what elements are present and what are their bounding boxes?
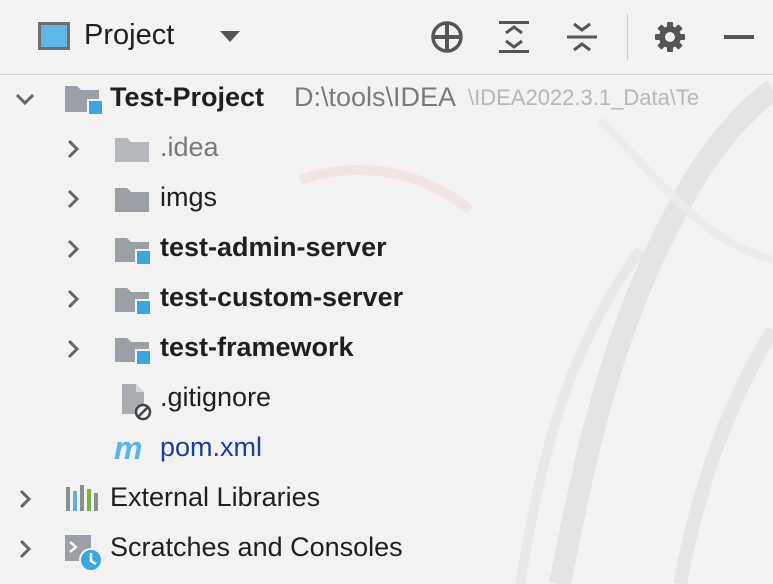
tree-item-label: test-admin-server [160, 232, 387, 262]
maven-icon: m [114, 433, 142, 465]
root-project-path-faded: \IDEA2022.3.1_Data\Te [468, 85, 700, 110]
module-folder-icon [115, 338, 152, 365]
locate-button[interactable] [428, 18, 466, 56]
chevron-right-icon[interactable] [62, 338, 84, 360]
gear-icon [655, 22, 685, 52]
chevron-right-icon[interactable] [62, 188, 84, 210]
module-folder-icon [65, 86, 104, 115]
tree-row-scratches-and-consoles[interactable]: Scratches and Consoles [0, 524, 773, 574]
folder-icon [115, 188, 149, 212]
hide-icon [724, 35, 754, 39]
tree-row-test-admin-server[interactable]: test-admin-server [0, 224, 773, 274]
chevron-right-icon[interactable] [14, 488, 36, 510]
folder-icon [115, 138, 149, 162]
project-window-icon [38, 21, 70, 50]
module-folder-icon [115, 288, 152, 315]
external-libraries-icon [66, 485, 98, 511]
collapse-all-button[interactable] [563, 18, 601, 56]
chevron-right-icon[interactable] [62, 288, 84, 310]
tree-row-gitignore[interactable]: .gitignore [0, 374, 773, 424]
chevron-right-icon[interactable] [14, 538, 36, 560]
tree-item-label: .idea [160, 132, 219, 162]
tree-row-root[interactable]: Test-Project D:\tools\IDEA \IDEA2022.3.1… [0, 74, 773, 124]
tree-row-external-libraries[interactable]: External Libraries [0, 474, 773, 524]
chevron-right-icon[interactable] [62, 238, 84, 260]
tree-row-imgs[interactable]: imgs [0, 174, 773, 224]
project-view-selector[interactable]: Project [38, 19, 174, 52]
tree-item-label: imgs [160, 182, 218, 212]
tree-item-label: test-custom-server [160, 282, 404, 312]
project-view-title: Project [84, 19, 175, 51]
toolbar-divider [627, 14, 628, 60]
tree-row-pom-xml[interactable]: m pom.xml [0, 424, 773, 474]
tree-row-idea[interactable]: .idea [0, 124, 773, 174]
hide-button[interactable] [720, 18, 758, 56]
collapse-all-icon [567, 22, 597, 52]
project-toolbar: Project [0, 0, 773, 75]
module-folder-icon [115, 238, 152, 265]
scratches-icon [65, 535, 103, 572]
root-project-label: Test-Project [110, 82, 265, 112]
chevron-right-icon[interactable] [62, 138, 84, 160]
tree-item-label: .gitignore [160, 382, 272, 412]
chevron-down-icon[interactable] [220, 31, 240, 42]
expand-all-button[interactable] [495, 18, 533, 56]
tree-item-label: pom.xml [160, 432, 263, 462]
expand-all-icon [499, 21, 529, 53]
chevron-down-icon[interactable] [14, 88, 36, 110]
svg-text:m: m [114, 433, 142, 465]
tree-item-label: test-framework [160, 332, 354, 362]
tree-item-label: Scratches and Consoles [110, 532, 403, 562]
settings-button[interactable] [651, 18, 689, 56]
ignored-file-icon [122, 384, 152, 421]
tree-item-label: External Libraries [110, 482, 321, 512]
root-project-path: D:\tools\IDEA [294, 82, 457, 112]
tree-row-test-framework[interactable]: test-framework [0, 324, 773, 374]
tree-row-test-custom-server[interactable]: test-custom-server [0, 274, 773, 324]
locate-icon [431, 21, 463, 53]
